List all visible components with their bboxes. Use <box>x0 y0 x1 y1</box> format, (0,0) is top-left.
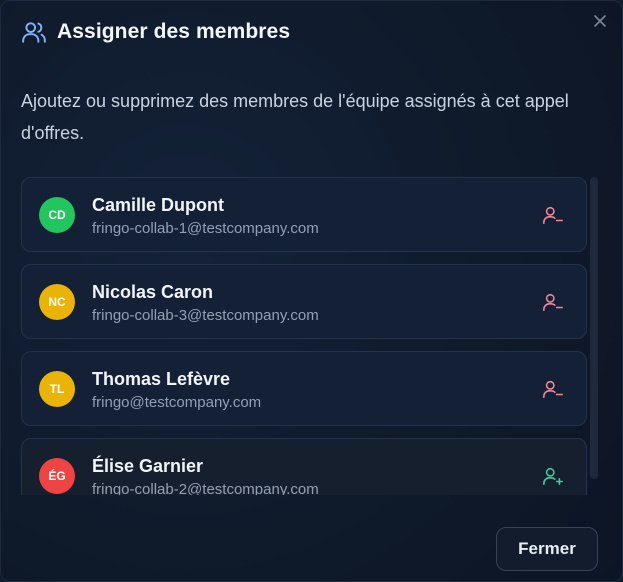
user-minus-icon[interactable] <box>542 291 564 313</box>
avatar: NC <box>39 284 75 320</box>
user-minus-icon[interactable] <box>542 204 564 226</box>
dialog-title: Assigner des membres <box>57 20 291 43</box>
assign-members-dialog: Assigner des membres Ajoutez ou supprime… <box>0 0 623 582</box>
member-email: fringo-collab-2@testcompany.com <box>92 481 319 495</box>
user-minus-icon[interactable] <box>542 378 564 400</box>
users-icon <box>22 22 46 43</box>
dialog-description: Ajoutez ou supprimez des membres de l'éq… <box>21 91 569 143</box>
avatar: TL <box>39 371 75 407</box>
avatar: ÉG <box>39 458 75 494</box>
member-list-scrollbar[interactable] <box>590 177 598 479</box>
member-email: fringo@testcompany.com <box>92 394 262 411</box>
member-card: NC Nicolas Caron fringo-collab-3@testcompa… <box>21 264 587 339</box>
member-name: Nicolas Caron <box>92 282 214 302</box>
member-email: fringo-collab-1@testcompany.com <box>92 220 319 237</box>
member-list: CD Camille Dupont fringo-collab-1@testcomp… <box>21 177 591 495</box>
member-email: fringo-collab-3@testcompany.com <box>92 307 319 324</box>
member-card: CD Camille Dupont fringo-collab-1@testcomp… <box>21 177 587 252</box>
user-plus-icon[interactable] <box>542 465 564 487</box>
member-name: Camille Dupont <box>92 195 225 215</box>
avatar: CD <box>39 197 75 233</box>
dialog-header: Assigner des membres <box>21 19 290 45</box>
member-name: Élise Garnier <box>92 456 204 476</box>
close-icon[interactable] <box>592 13 608 29</box>
member-card: ÉG Élise Garnier fringo-collab-2@testcompa… <box>21 438 587 495</box>
close-button[interactable]: Fermer <box>496 527 598 571</box>
member-name: Thomas Lefèvre <box>92 369 231 389</box>
member-card: TL Thomas Lefèvre fringo@testcompany.com <box>21 351 587 426</box>
